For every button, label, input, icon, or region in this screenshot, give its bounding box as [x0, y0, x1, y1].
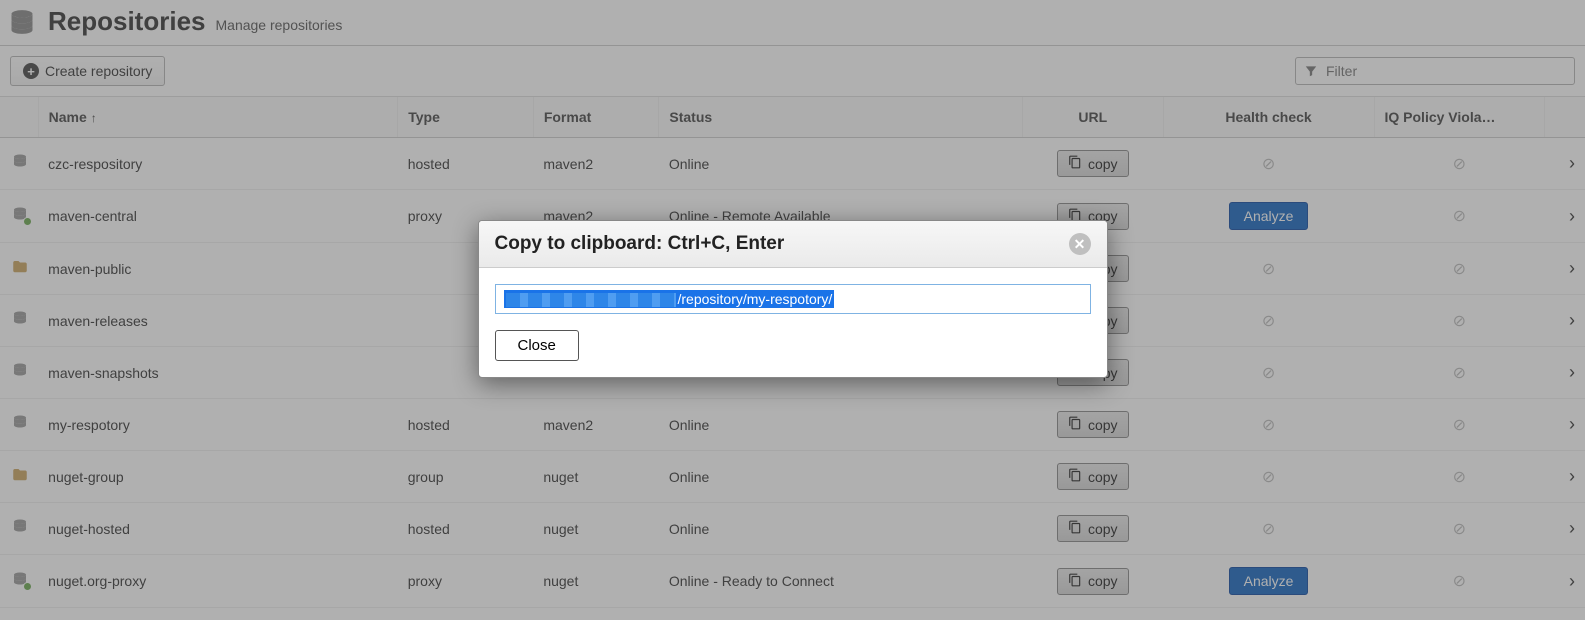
copy-url-dialog: Copy to clipboard: Ctrl+C, Enter ✕ /repo… — [478, 220, 1108, 378]
close-icon[interactable]: ✕ — [1069, 233, 1091, 255]
dialog-footer: Close — [479, 330, 1107, 377]
url-selected-text: /repository/my-respotory/ — [504, 290, 835, 308]
close-button[interactable]: Close — [495, 330, 579, 361]
dialog-header: Copy to clipboard: Ctrl+C, Enter ✕ — [479, 221, 1107, 268]
dialog-title: Copy to clipboard: Ctrl+C, Enter — [495, 233, 785, 255]
url-input[interactable]: /repository/my-respotory/ — [495, 284, 1091, 314]
dialog-body: /repository/my-respotory/ — [479, 268, 1107, 330]
redacted-segment — [506, 293, 676, 307]
modal-overlay[interactable]: Copy to clipboard: Ctrl+C, Enter ✕ /repo… — [0, 0, 1585, 620]
